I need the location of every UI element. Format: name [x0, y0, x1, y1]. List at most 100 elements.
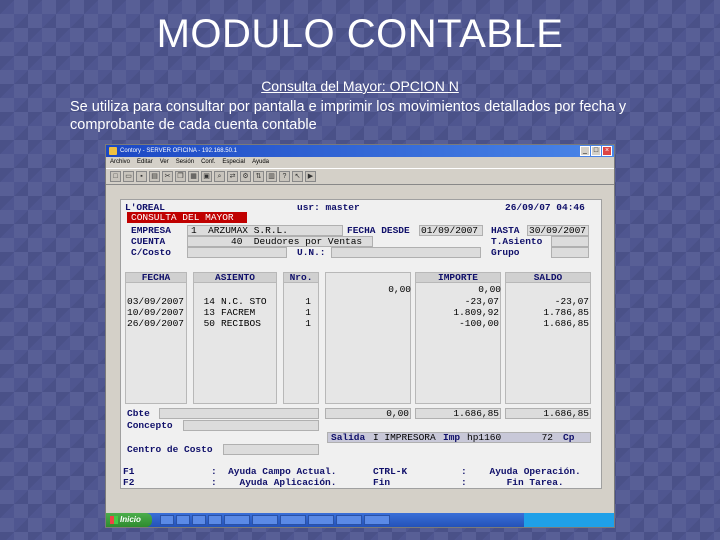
centro-costo-field[interactable] [223, 444, 319, 455]
tasiento-field[interactable] [551, 236, 589, 247]
row1-asiento-nro[interactable]: 14 [195, 296, 215, 307]
ccosto-label: C/Costo [131, 247, 171, 258]
fecha-header[interactable]: FECHA [125, 272, 187, 283]
play-icon[interactable]: ▶ [305, 171, 316, 182]
save-icon[interactable]: ▪ [136, 171, 147, 182]
row3-asiento-nro[interactable]: 50 [195, 318, 215, 329]
open-icon[interactable]: ▭ [123, 171, 134, 182]
cbte-field[interactable] [159, 408, 319, 419]
slide-title: MODULO CONTABLE [156, 12, 564, 56]
quicklaunch-item[interactable] [208, 515, 222, 525]
menu-especial[interactable]: Especial [222, 157, 245, 168]
cp-number[interactable]: 72 [525, 432, 553, 443]
quicklaunch-item[interactable] [160, 515, 174, 525]
taskbar-window-item[interactable] [364, 515, 390, 525]
cut-icon[interactable]: ✂ [162, 171, 173, 182]
un-field[interactable] [331, 247, 481, 258]
macro-icon[interactable]: ▥ [266, 171, 277, 182]
row1-asiento-tipo[interactable]: N.C. STO [221, 296, 267, 307]
row1-fecha[interactable]: 03/09/2007 [127, 296, 184, 307]
cuenta-label: CUENTA [131, 236, 166, 247]
help-fin-text: : Fin Tarea. [461, 477, 564, 488]
taskbar-window-item[interactable] [280, 515, 306, 525]
row1-importe[interactable]: -23,07 [415, 296, 499, 307]
row2-fecha[interactable]: 10/09/2007 [127, 307, 184, 318]
menu-sesion[interactable]: Sesión [176, 157, 194, 168]
row2-importe[interactable]: 1.809,92 [415, 307, 499, 318]
total-haber: 1.686,85 [453, 408, 499, 419]
windows-flag-icon [110, 516, 118, 524]
start-label: Inicio [120, 515, 141, 524]
cbte-label: Cbte [127, 408, 150, 419]
folder-icon[interactable]: ▣ [201, 171, 212, 182]
row2-asiento-tipo[interactable]: FACREM [221, 307, 255, 318]
close-button[interactable]: × [602, 146, 612, 156]
concepto-field[interactable] [183, 420, 319, 431]
taskbar-window-item[interactable] [224, 515, 250, 525]
row2-saldo[interactable]: 1.786,85 [505, 307, 589, 318]
datetime: 26/09/07 04:46 [505, 202, 585, 213]
row3-nro[interactable]: 1 [283, 318, 311, 329]
row3-fecha[interactable]: 26/09/2007 [127, 318, 184, 329]
row1-nro[interactable]: 1 [283, 296, 311, 307]
minimize-button[interactable]: _ [580, 146, 590, 156]
row1-saldo[interactable]: -23,07 [505, 296, 589, 307]
grupo-label: Grupo [491, 247, 520, 258]
start-button[interactable]: Inicio [106, 513, 152, 527]
total-debe: 0,00 [386, 408, 409, 419]
saldo-header[interactable]: SALDO [505, 272, 591, 283]
help-icon[interactable]: ? [279, 171, 290, 182]
module-label: CONSULTA DEL MAYOR [127, 212, 247, 223]
concepto-label: Concepto [127, 420, 173, 431]
empresa-value: 1 ARZUMAX S.R.L. [191, 225, 288, 236]
window-titlebar[interactable]: Contory - SERVER OFICINA - 192.168.50.1 … [106, 145, 614, 157]
find-icon[interactable]: ⌕ [214, 171, 225, 182]
help-ctrlk-key: CTRL-K [373, 466, 408, 477]
menu-editar[interactable]: Editar [137, 157, 153, 168]
copy-icon[interactable]: ❐ [175, 171, 186, 182]
taskbar-window-item[interactable] [308, 515, 334, 525]
imp-value[interactable]: hp1160 [467, 432, 501, 443]
new-icon[interactable]: □ [110, 171, 121, 182]
menu-conf[interactable]: Conf. [201, 157, 215, 168]
quicklaunch-item[interactable] [176, 515, 190, 525]
importe-header[interactable]: IMPORTE [415, 272, 501, 283]
menu-ayuda[interactable]: Ayuda [252, 157, 269, 168]
salida-label: Salida [331, 432, 366, 443]
taskbar-window-item[interactable] [336, 515, 362, 525]
transfer-icon[interactable]: ⇅ [253, 171, 264, 182]
ccosto-field[interactable] [187, 247, 287, 258]
print-icon[interactable]: ▤ [149, 171, 160, 182]
maximize-button[interactable]: □ [591, 146, 601, 156]
settings-icon[interactable]: ⚙ [240, 171, 251, 182]
taskbar-window-item[interactable] [252, 515, 278, 525]
grupo-field[interactable] [551, 247, 589, 258]
tasiento-label: T.Asiento [491, 236, 543, 247]
salida-value[interactable]: I IMPRESORA [373, 432, 436, 443]
toolbar: □ ▭ ▪ ▤ ✂ ❐ ▦ ▣ ⌕ ⇄ ⚙ ⇅ ▥ ? ↖ ▶ [106, 168, 614, 185]
saldo-column [505, 272, 591, 404]
slide-subtitle: Consulta del Mayor: OPCION N [261, 78, 459, 94]
pointer-icon[interactable]: ↖ [292, 171, 303, 182]
imp-label: Imp [443, 432, 461, 443]
asiento-column [193, 272, 277, 404]
connect-icon[interactable]: ⇄ [227, 171, 238, 182]
row2-asiento-nro[interactable]: 13 [195, 307, 215, 318]
cp-label: Cp [563, 432, 575, 443]
row2-nro[interactable]: 1 [283, 307, 311, 318]
row3-saldo[interactable]: 1.686,85 [505, 318, 589, 329]
row3-importe[interactable]: -100,00 [415, 318, 499, 329]
nro-header[interactable]: Nro. [283, 272, 319, 283]
asiento-header[interactable]: ASIENTO [193, 272, 277, 283]
centro-costo-label: Centro de Costo [127, 444, 213, 455]
row3-asiento-tipo[interactable]: RECIBOS [221, 318, 261, 329]
system-tray[interactable] [524, 513, 614, 527]
quicklaunch-item[interactable] [192, 515, 206, 525]
help-f2-key: F2 [123, 477, 135, 488]
menu-ver[interactable]: Ver [160, 157, 169, 168]
terminal-screen[interactable]: L'OREAL usr: master 26/09/07 04:46 CONSU… [120, 199, 602, 489]
menu-archivo[interactable]: Archivo [110, 157, 130, 168]
app-icon [109, 147, 117, 155]
help-fin-key: Fin [373, 477, 391, 488]
paste-icon[interactable]: ▦ [188, 171, 199, 182]
